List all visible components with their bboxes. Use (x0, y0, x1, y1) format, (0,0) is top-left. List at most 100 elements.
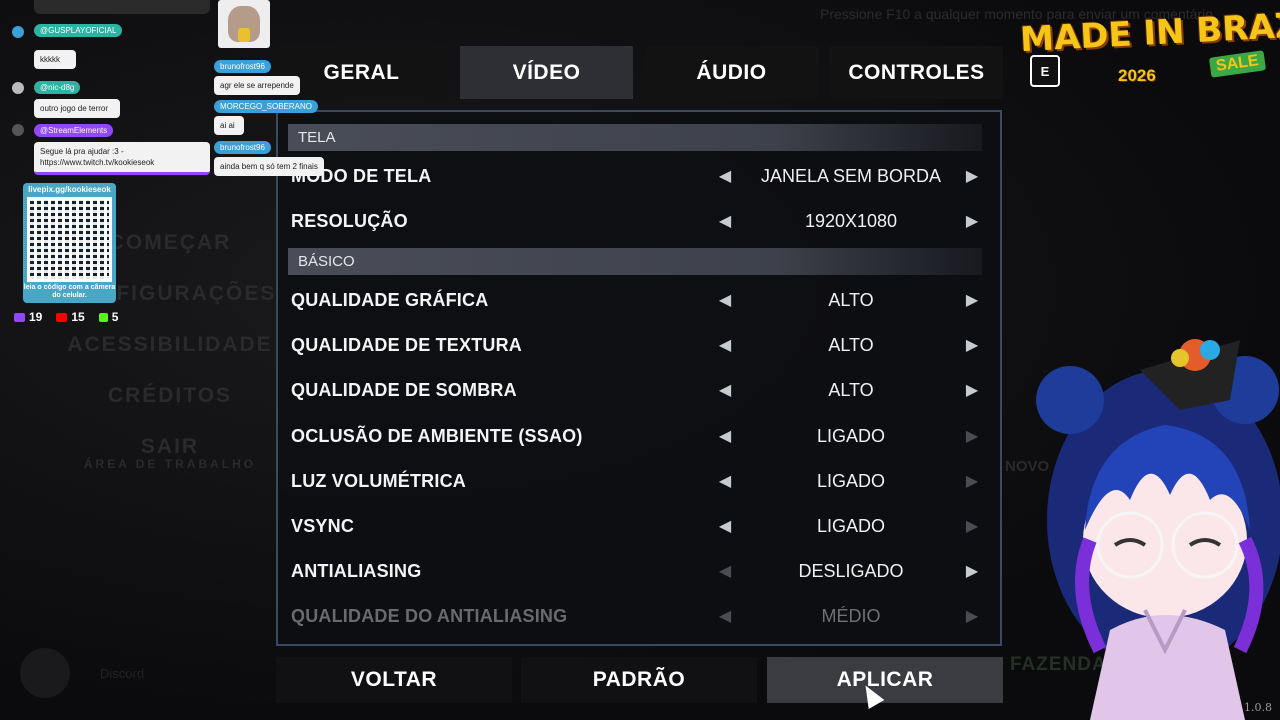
arrow-left-icon: ◀ (718, 563, 732, 580)
arrow-left-icon[interactable]: ◀ (715, 459, 735, 504)
setting-label: OCLUSÃO DE AMBIENTE (SSAO) (291, 426, 583, 446)
youtube-icon (56, 313, 68, 323)
streamelements-icon (12, 124, 24, 136)
bg-menu-subtitle: ÁREA DE TRABALHO (83, 457, 257, 471)
arrow-right-icon: ▶ (965, 428, 979, 445)
chat-message: MORCEGO_SOBERANO ai ai (214, 96, 319, 135)
back-button[interactable]: VOLTAR (276, 657, 512, 703)
setting-row[interactable]: ANTIALIASING ◀ DESLIGADO ▶ (278, 549, 1000, 594)
arrow-left-icon: ◀ (718, 608, 732, 625)
setting-row[interactable]: QUALIDADE DE TEXTURA ◀ ALTO ▶ (278, 323, 1000, 368)
setting-row: QUALIDADE DO ANTIALIASING ◀ MÉDIO ▶ (278, 594, 1000, 639)
arrow-right-icon: ▶ (965, 518, 979, 535)
chat-username: @StreamElements (34, 124, 114, 137)
setting-value: ALTO (828, 290, 874, 310)
video-settings-panel: TELA BÁSICO MODO DE TELA ◀ JANELA SEM BORD… (276, 110, 1002, 646)
setting-value: LIGADO (816, 426, 886, 446)
arrow-right-icon: ▶ (965, 608, 979, 625)
logo-title: MADE IN BRAZIL (1019, 3, 1280, 61)
default-button[interactable]: PADRÃO (521, 657, 757, 703)
arrow-left-icon[interactable]: ◀ (715, 154, 735, 199)
game-settings-screen: Pressione F10 a qualquer momento para en… (0, 0, 1280, 720)
setting-row[interactable]: VSYNC ◀ LIGADO ▶ (278, 504, 1000, 549)
arrow-right-icon[interactable]: ▶ (962, 199, 982, 244)
setting-label: ANTIALIASING (291, 561, 422, 581)
chat-username: @GUSPLAYOFICIAL (34, 24, 123, 37)
chat-message: @nic-d8g outro jogo de terror (34, 77, 120, 118)
logo-sale-badge: SALE (1208, 50, 1266, 78)
tab-video[interactable]: VÍDEO (460, 46, 633, 99)
section-header-basico: BÁSICO (288, 248, 982, 275)
setting-row[interactable]: MODO DE TELA ◀ JANELA SEM BORDA ▶ (278, 154, 1000, 199)
arrow-right-icon[interactable]: ▶ (962, 154, 982, 199)
chat-text: ainda bem q só tem 2 finais (214, 157, 324, 176)
tab-audio[interactable]: ÁUDIO (645, 46, 818, 99)
setting-value: LIGADO (816, 471, 886, 491)
setting-row[interactable]: QUALIDADE DE SOMBRA ◀ ALTO ▶ (278, 368, 1000, 413)
setting-value: ALTO (828, 380, 874, 400)
arrow-left-icon[interactable]: ◀ (715, 323, 735, 368)
setting-value: DESLIGADO (798, 561, 904, 581)
twitch-count: 19 (29, 310, 43, 324)
chat-username: brunofrost96 (214, 141, 271, 154)
setting-value: ALTO (828, 335, 874, 355)
arrow-right-icon[interactable]: ▶ (962, 278, 982, 323)
bg-menu-item: SAIR (140, 435, 200, 458)
arrow-right-icon[interactable]: ▶ (962, 549, 982, 594)
setting-value: MÉDIO (821, 606, 881, 626)
setting-row[interactable]: QUALIDADE GRÁFICA ◀ ALTO ▶ (278, 278, 1000, 323)
tab-geral[interactable]: GERAL (275, 46, 448, 99)
chat-message: @StreamElements Segue lá pra ajudar :3 -… (34, 120, 210, 175)
chat-username: @nic-d8g (34, 81, 81, 94)
arrow-right-icon[interactable]: ▶ (962, 323, 982, 368)
setting-label: RESOLUÇÃO (291, 211, 408, 231)
chat-message: brunofrost96 agr ele se arrepende (214, 56, 300, 95)
setting-row[interactable]: LUZ VOLUMÉTRICA ◀ LIGADO ▶ (278, 459, 1000, 504)
kick-icon (98, 313, 108, 323)
logo-year: 2026 (1118, 66, 1156, 85)
setting-label: LUZ VOLUMÉTRICA (291, 471, 466, 491)
user-avatar-icon (12, 82, 24, 94)
chat-top-bar (34, 0, 210, 14)
made-in-brazil-logo: MADE IN BRAZIL SALE 2026 (1018, 4, 1280, 88)
arrow-left-icon[interactable]: ◀ (715, 504, 735, 549)
chat-message: brunofrost96 ainda bem q só tem 2 finais (214, 137, 324, 176)
user-avatar-icon (12, 26, 24, 38)
arrow-left-icon[interactable]: ◀ (715, 414, 735, 459)
studio-logo-icon (20, 648, 70, 698)
chat-image-thumbnail (218, 0, 270, 48)
setting-label: QUALIDADE GRÁFICA (291, 290, 489, 310)
chat-text: outro jogo de terror (34, 99, 120, 118)
chat-text: ai ai (214, 116, 244, 135)
setting-label: VSYNC (291, 516, 355, 536)
arrow-right-icon[interactable]: ▶ (962, 368, 982, 413)
bg-menu-item: CRÉDITOS (107, 384, 233, 407)
setting-row[interactable]: OCLUSÃO DE AMBIENTE (SSAO) ◀ LIGADO ▶ (278, 414, 1000, 459)
setting-value: LIGADO (816, 516, 886, 536)
apply-button[interactable]: APLICAR (767, 657, 1003, 703)
chat-username: MORCEGO_SOBERANO (214, 100, 319, 113)
chat-username: brunofrost96 (214, 60, 271, 73)
chat-message: @GUSPLAYOFICIAL kkkkk (34, 20, 123, 69)
discord-label: Discord (100, 665, 145, 681)
viewer-counts: 19 15 5 (14, 310, 118, 324)
chat-text: Segue lá pra ajudar :3 - https://www.twi… (34, 142, 210, 175)
section-header-tela: TELA (288, 124, 982, 151)
tab-controles[interactable]: CONTROLES (830, 46, 1003, 99)
arrow-left-icon[interactable]: ◀ (715, 199, 735, 244)
setting-label: QUALIDADE DO ANTIALIASING (291, 606, 568, 626)
setting-row[interactable]: RESOLUÇÃO ◀ 1920X1080 ▶ (278, 199, 1000, 244)
livepix-qr-card: livepix.gg/kookieseok leia o código com … (23, 183, 116, 303)
setting-value: JANELA SEM BORDA (760, 166, 942, 186)
kick-count: 5 (111, 310, 119, 324)
chat-text: agr ele se arrepende (214, 76, 300, 95)
bg-social-links: Discord (20, 648, 144, 698)
arrow-left-icon[interactable]: ◀ (715, 368, 735, 413)
qr-caption: leia o código com a câmera do celular. (23, 284, 116, 299)
twitch-icon (14, 313, 25, 323)
qr-title: livepix.gg/kookieseok (28, 185, 111, 194)
bg-menu-item: ACESSIBILIDADE (67, 333, 273, 356)
setting-label: QUALIDADE DE SOMBRA (291, 380, 517, 400)
arrow-left-icon[interactable]: ◀ (715, 278, 735, 323)
chat-text: kkkkk (34, 50, 76, 69)
